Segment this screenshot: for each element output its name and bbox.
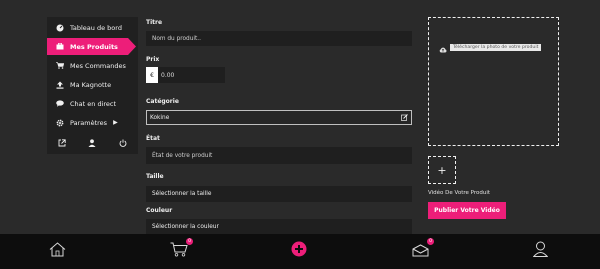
- sidebar-item-label: Mes Produits: [70, 42, 118, 51]
- currency-symbol: €: [146, 67, 158, 83]
- dashboard-icon: [54, 24, 66, 32]
- sidebar-item-settings[interactable]: Paramètres ▶: [47, 114, 138, 131]
- sidebar-item-orders[interactable]: Mes Commandes: [47, 57, 138, 74]
- title-label: Titre: [146, 19, 163, 26]
- mail-icon: [412, 242, 429, 261]
- sidebar: Tableau de bord Mes Produits Mes Command…: [47, 17, 138, 154]
- sidebar-item-chat[interactable]: Chat en direct: [47, 95, 138, 112]
- cart-icon: [170, 242, 188, 261]
- price-field: € 0.00: [146, 67, 225, 83]
- plus-circle-icon: [291, 241, 307, 261]
- price-label: Prix: [146, 56, 160, 63]
- chat-icon: [54, 100, 66, 107]
- publish-video-button[interactable]: Publier Votre Vidéo: [428, 202, 506, 219]
- power-icon[interactable]: [119, 132, 127, 151]
- photo-upload-area[interactable]: Télécharger la photo de votre produit: [428, 17, 559, 146]
- sidebar-item-label: Mes Commandes: [70, 61, 126, 70]
- category-value: Kokine: [150, 114, 170, 121]
- cloud-upload-icon: [439, 38, 447, 57]
- nav-home[interactable]: [45, 240, 69, 262]
- title-input[interactable]: Nom du produit..: [146, 31, 412, 46]
- color-select[interactable]: Sélectionner la couleur: [146, 219, 412, 235]
- upload-icon: [54, 81, 66, 89]
- gear-icon: [54, 119, 66, 127]
- edit-icon[interactable]: [401, 114, 408, 123]
- state-input[interactable]: État de votre produit: [146, 147, 412, 164]
- sidebar-bottom-actions: [47, 132, 138, 150]
- external-link-icon[interactable]: [58, 132, 66, 151]
- cart-badge: 0: [186, 238, 193, 245]
- mail-badge: 0: [427, 238, 434, 245]
- briefcase-icon: [54, 43, 66, 50]
- home-icon: [49, 241, 66, 261]
- category-select[interactable]: Kokine: [146, 110, 412, 125]
- size-label: Taille: [146, 173, 164, 180]
- sidebar-item-products[interactable]: Mes Produits: [47, 38, 136, 55]
- cart-icon: [54, 62, 66, 69]
- nav-add[interactable]: [287, 240, 311, 262]
- add-video-button[interactable]: +: [428, 156, 456, 184]
- sidebar-item-kagnotte[interactable]: Ma Kagnotte: [47, 76, 138, 93]
- user-icon: [532, 241, 548, 261]
- state-label: État: [146, 135, 160, 142]
- nav-profile[interactable]: [528, 240, 552, 262]
- size-select[interactable]: Sélectionner la taille: [146, 186, 412, 202]
- nav-messages[interactable]: 0: [408, 238, 434, 262]
- bottom-nav: 0 0: [0, 234, 600, 269]
- upload-photo-label: Télécharger la photo de votre produit: [450, 44, 542, 51]
- upload-photo-button[interactable]: Télécharger la photo de votre produit: [439, 38, 542, 57]
- color-label: Couleur: [146, 207, 173, 214]
- sidebar-item-label: Ma Kagnotte: [70, 80, 112, 89]
- category-label: Catégorie: [146, 98, 179, 105]
- sidebar-item-label: Paramètres: [70, 118, 108, 127]
- user-icon[interactable]: [88, 132, 96, 151]
- sidebar-item-label: Tableau de bord: [70, 23, 122, 32]
- sidebar-item-label: Chat en direct: [70, 99, 117, 108]
- sidebar-item-dashboard[interactable]: Tableau de bord: [47, 19, 138, 36]
- price-input[interactable]: 0.00: [158, 67, 225, 83]
- caret-right-icon: ▶: [113, 119, 118, 126]
- nav-cart[interactable]: 0: [167, 238, 193, 262]
- video-label: Vidéo De Votre Produit: [428, 190, 491, 196]
